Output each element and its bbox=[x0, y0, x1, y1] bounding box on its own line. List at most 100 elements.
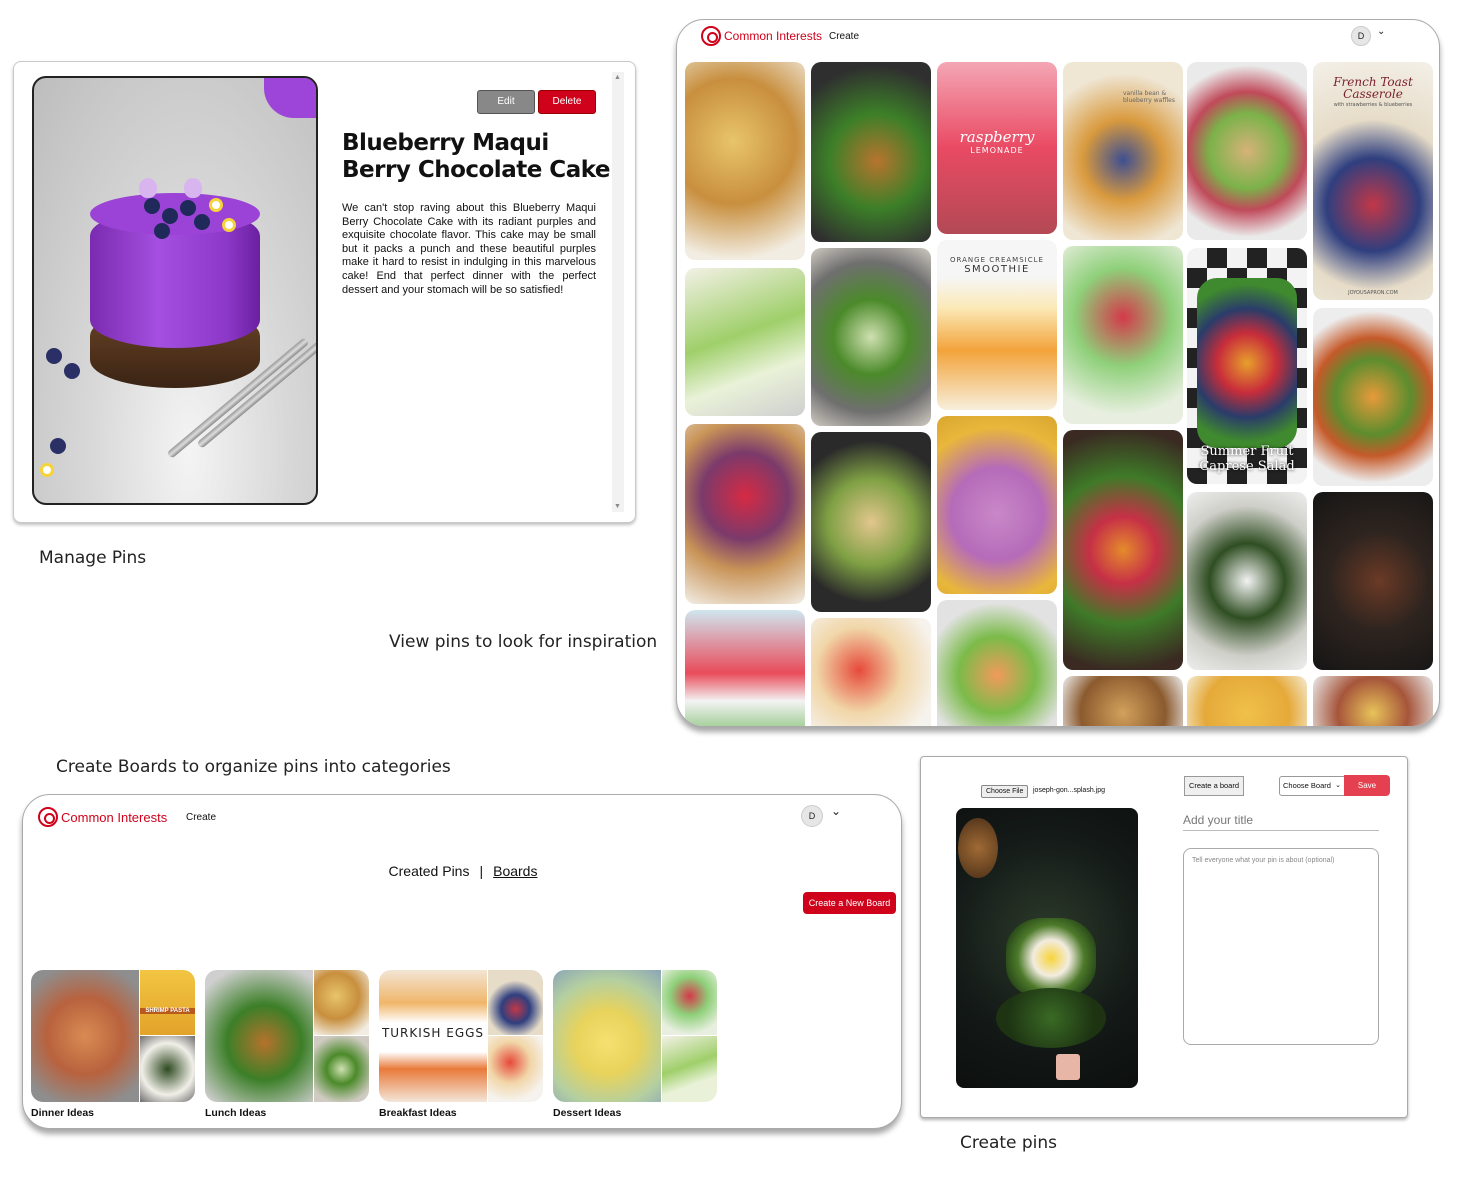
tab-boards[interactable]: Boards bbox=[493, 863, 537, 879]
daisy-flower bbox=[209, 198, 223, 212]
pin-tile-green-mousse[interactable] bbox=[1063, 246, 1183, 424]
blueberry bbox=[194, 214, 210, 230]
pin-tile-pizza[interactable] bbox=[685, 62, 805, 260]
avatar[interactable]: D bbox=[1351, 26, 1371, 46]
board-cover-main bbox=[31, 970, 139, 1102]
caption-manage-pins: Manage Pins bbox=[39, 548, 147, 568]
blueberry bbox=[154, 223, 170, 239]
scrollbar[interactable]: ▲ ▼ bbox=[612, 72, 624, 512]
chef-hat-icon bbox=[701, 26, 721, 46]
board-card-dessert[interactable] bbox=[553, 970, 717, 1102]
tile-text-lemonade: raspberry bbox=[959, 128, 1035, 146]
tile-text-casserole-sub: with strawberries & blueberries bbox=[1333, 102, 1413, 108]
caption-view-pins: View pins to look for inspiration bbox=[389, 632, 658, 652]
nav-create-link[interactable]: Create bbox=[829, 31, 859, 42]
pin-tile-watermelon-drink[interactable] bbox=[685, 610, 805, 726]
board-cover-thumb bbox=[140, 1036, 195, 1102]
board-cover-thumb bbox=[314, 1036, 369, 1102]
pin-title: Blueberry Maqui Berry Chocolate Cake bbox=[342, 130, 611, 183]
board-name-breakfast[interactable]: Breakfast Ideas bbox=[379, 1107, 457, 1119]
chevron-down-icon[interactable]: ⌄ bbox=[831, 804, 841, 818]
blueberry bbox=[180, 200, 196, 216]
pin-tile-fall-salad[interactable] bbox=[1063, 430, 1183, 670]
blueberry bbox=[46, 348, 62, 364]
save-button[interactable]: Save bbox=[1344, 775, 1390, 796]
board-cover-thumb bbox=[314, 970, 369, 1035]
upload-preview-image bbox=[956, 808, 1138, 1088]
edit-button[interactable]: Edit bbox=[477, 90, 535, 114]
blueberry bbox=[64, 363, 80, 379]
pin-tile-strawberry-tarts[interactable] bbox=[811, 618, 931, 726]
manage-pin-panel: Edit Delete Blueberry Maqui Berry Chocol… bbox=[13, 61, 636, 523]
pin-tile-fruit-tarts[interactable] bbox=[685, 424, 805, 604]
pin-tile-raspberry-lemonade[interactable]: raspberry LEMONADE bbox=[937, 62, 1057, 234]
pin-tile-cobb-salad[interactable] bbox=[1187, 62, 1307, 240]
board-cover-thumb bbox=[488, 1036, 543, 1102]
pin-description: We can't stop raving about this Blueberr… bbox=[342, 202, 596, 296]
pin-tile-french-toast[interactable]: French Toast Casserole with strawberries… bbox=[1313, 62, 1433, 300]
board-card-dinner[interactable]: SHRIMP PASTA bbox=[31, 970, 195, 1102]
tile-text-casserole-site: JOYOUSAPRON.COM bbox=[1348, 290, 1398, 296]
pin-tile-orange-smoothie[interactable]: ORANGE CREAMSICLE SMOOTHIE bbox=[937, 240, 1057, 410]
board-name-dessert[interactable]: Dessert Ideas bbox=[553, 1107, 621, 1119]
chevron-down-icon: ⌄ bbox=[1335, 782, 1341, 789]
meringue bbox=[184, 178, 202, 198]
chef-hat-icon bbox=[38, 807, 58, 827]
egg-toast bbox=[1006, 918, 1096, 998]
create-a-board-button[interactable]: Create a board bbox=[1184, 776, 1244, 796]
create-pin-panel: Choose File joseph-gon...splash.jpg Crea… bbox=[920, 756, 1408, 1118]
tile-text-smoothie-top: ORANGE CREAMSICLE bbox=[950, 256, 1044, 264]
scroll-down-arrow-icon[interactable]: ▼ bbox=[614, 503, 621, 510]
pin-tile-chicken-broccoli[interactable] bbox=[811, 62, 931, 242]
board-tag-text: SHRIMP PASTA bbox=[140, 1008, 195, 1014]
brand-logo[interactable]: Common Interests bbox=[701, 26, 822, 46]
pin-image-cake bbox=[32, 76, 318, 505]
create-new-board-button[interactable]: Create a New Board bbox=[803, 892, 896, 914]
choose-file-button[interactable]: Choose File bbox=[981, 785, 1029, 798]
pin-tile-rice-bowl[interactable] bbox=[1187, 492, 1307, 670]
board-card-breakfast[interactable]: TURKISH EGGS bbox=[379, 970, 543, 1102]
pin-tile-steak[interactable] bbox=[1313, 492, 1433, 670]
blueberry bbox=[144, 198, 160, 214]
scroll-up-arrow-icon[interactable]: ▲ bbox=[614, 74, 621, 81]
tab-created-pins[interactable]: Created Pins bbox=[389, 863, 470, 879]
pin-tile-casserole-dish[interactable] bbox=[1063, 676, 1183, 726]
pin-tile-shrimp-salad[interactable] bbox=[937, 600, 1057, 726]
pin-tile-edamame-bowl[interactable] bbox=[811, 248, 931, 426]
caption-create-boards: Create Boards to organize pins into cate… bbox=[56, 757, 451, 777]
title-input[interactable]: Add your title bbox=[1183, 813, 1379, 831]
board-card-lunch[interactable] bbox=[205, 970, 369, 1102]
avatar[interactable]: D bbox=[801, 805, 823, 827]
caprese-fruit-platter bbox=[1197, 278, 1297, 448]
pin-tile-pasta[interactable] bbox=[811, 432, 931, 612]
meringue bbox=[139, 178, 157, 198]
blueberry bbox=[50, 438, 66, 454]
choose-board-select[interactable]: Choose Board ⌄ bbox=[1279, 776, 1345, 796]
pin-tile-caprese[interactable]: Summer Fruit Caprese Salad bbox=[1187, 248, 1307, 484]
pin-tile-waffles[interactable]: vanilla bean & blueberry waffles bbox=[1063, 62, 1183, 240]
board-cover-thumb bbox=[662, 1036, 717, 1102]
spinach-leaves bbox=[996, 988, 1106, 1048]
pin-tile-pasta-dish[interactable] bbox=[1187, 676, 1307, 726]
board-name-lunch[interactable]: Lunch Ideas bbox=[205, 1107, 266, 1119]
blueberry bbox=[162, 208, 178, 224]
profile-tabs: Created Pins | Boards bbox=[23, 863, 901, 879]
pin-tile-tacos[interactable] bbox=[1313, 676, 1433, 726]
pin-tile-matcha-cake[interactable] bbox=[685, 268, 805, 416]
delete-button[interactable]: Delete bbox=[538, 90, 596, 114]
pin-tile-berry-smoothie[interactable] bbox=[937, 416, 1057, 594]
board-name-dinner[interactable]: Dinner Ideas bbox=[31, 1107, 94, 1119]
board-tag-text: TURKISH EGGS bbox=[379, 1026, 487, 1040]
pin-tile-peach-salad[interactable] bbox=[1313, 308, 1433, 486]
brand-logo[interactable]: Common Interests bbox=[38, 807, 167, 827]
description-textarea[interactable]: Tell everyone what your pin is about (op… bbox=[1183, 848, 1379, 1045]
caption-create-pins: Create pins bbox=[960, 1133, 1058, 1153]
board-cover-thumb bbox=[662, 970, 717, 1035]
cookie bbox=[958, 818, 998, 878]
cake-background bbox=[264, 78, 316, 118]
pin-feed-panel: Common Interests Create D ⌄ raspberry LE… bbox=[676, 19, 1440, 727]
choose-board-value: Choose Board bbox=[1283, 781, 1331, 790]
chevron-down-icon[interactable]: ⌄ bbox=[1377, 26, 1385, 37]
tab-separator: | bbox=[479, 863, 484, 879]
nav-create-link[interactable]: Create bbox=[186, 812, 216, 823]
